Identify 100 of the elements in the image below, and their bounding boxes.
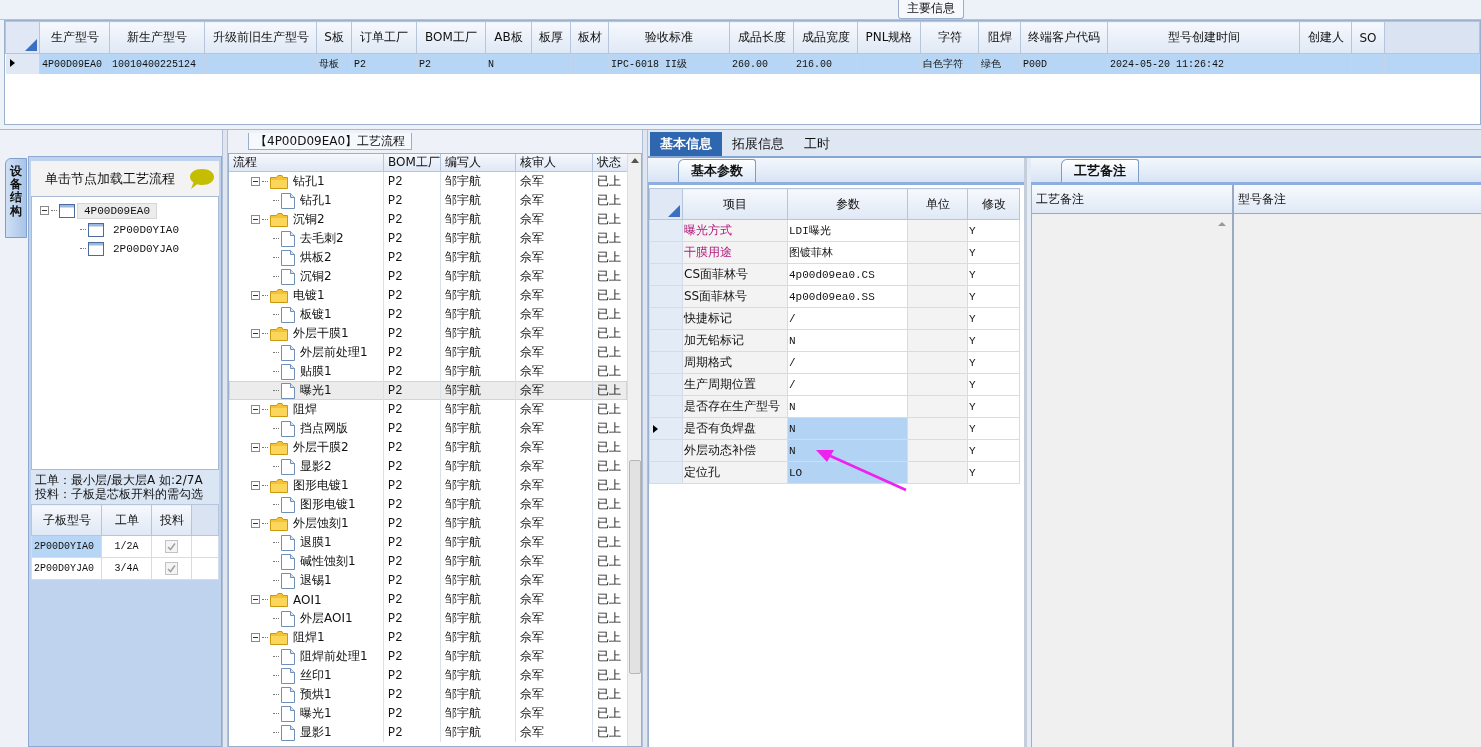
tree-node[interactable]: 板镀1 — [297, 306, 332, 323]
tree-node[interactable]: 退锡1 — [297, 572, 332, 589]
collapse-toggle-icon[interactable] — [251, 329, 260, 338]
tree-node[interactable]: 沉铜2 — [297, 268, 332, 285]
tree-node[interactable]: 曝光1 — [297, 382, 332, 399]
collapse-toggle-icon[interactable] — [251, 405, 260, 414]
column-header[interactable]: 流程 — [229, 154, 384, 171]
folder-icon — [270, 402, 288, 417]
table-cell: P2 — [388, 383, 403, 398]
side-tab[interactable]: 设备结构 — [5, 158, 27, 238]
document-icon — [281, 306, 295, 323]
tree-node[interactable]: 图形电镀1 — [297, 496, 356, 513]
tree-node[interactable]: 挡点网版 — [297, 420, 348, 437]
collapse-toggle-icon[interactable] — [251, 177, 260, 186]
tree-node[interactable]: 外层前处理1 — [297, 344, 368, 361]
collapse-toggle-icon[interactable] — [251, 443, 260, 452]
checkbox[interactable] — [165, 562, 178, 575]
column-header[interactable]: 订单工厂 — [351, 21, 417, 54]
column-header[interactable]: 板材 — [570, 21, 609, 54]
tree-node[interactable]: AOI1 — [290, 592, 322, 607]
tab[interactable]: 工时 — [794, 132, 840, 156]
column-header[interactable]: S板 — [316, 21, 352, 54]
collapse-toggle-icon[interactable] — [40, 206, 49, 215]
column-header[interactable]: 升级前旧生产型号 — [204, 21, 317, 54]
column-header[interactable]: 创建人 — [1299, 21, 1352, 54]
table-cell: 已上 — [597, 477, 621, 494]
collapse-toggle-icon[interactable] — [251, 595, 260, 604]
column-header[interactable]: 子板型号 — [31, 504, 102, 536]
tree-node[interactable]: 图形电镀1 — [290, 477, 349, 494]
table-cell: 1/2A — [101, 535, 152, 558]
column-header[interactable]: 项目 — [682, 188, 788, 220]
column-header[interactable]: 型号创建时间 — [1107, 21, 1300, 54]
table-cell: 邹宇航 — [445, 230, 481, 247]
table-cell: 已上 — [597, 648, 621, 665]
tree-node[interactable]: 外层干膜2 — [290, 439, 349, 456]
column-header[interactable]: 参数 — [787, 188, 908, 220]
tree-node[interactable]: 曝光1 — [297, 705, 332, 722]
table-cell: 佘军 — [520, 420, 544, 437]
tree-node[interactable]: 贴膜1 — [297, 363, 332, 380]
tree-node[interactable]: 阻焊1 — [290, 629, 325, 646]
checkbox[interactable] — [165, 540, 178, 553]
tree-node[interactable]: 显影2 — [297, 458, 332, 475]
panel-hint: 单击节点加载工艺流程 — [45, 169, 175, 188]
tree-node[interactable]: 阻焊 — [290, 401, 317, 418]
column-header[interactable]: 字符 — [920, 21, 979, 54]
column-header[interactable]: BOM工厂 — [416, 21, 486, 54]
tree-node[interactable]: 电镀1 — [290, 287, 325, 304]
column-header[interactable]: 板厚 — [531, 21, 571, 54]
tree-node[interactable]: 2P00D0YIA0 — [106, 221, 186, 238]
column-header[interactable]: PNL规格 — [857, 21, 921, 54]
column-header[interactable]: 生产型号 — [39, 21, 110, 54]
tree-node[interactable]: 外层干膜1 — [290, 325, 349, 342]
column-header[interactable]: 成品长度 — [729, 21, 794, 54]
tree-node[interactable]: 退膜1 — [297, 534, 332, 551]
table-cell: 佘军 — [520, 192, 544, 209]
tree-node[interactable]: 预烘1 — [297, 686, 332, 703]
tree-node[interactable]: 外层蚀刻1 — [290, 515, 349, 532]
column-header[interactable]: 编写人 — [441, 154, 516, 171]
column-header[interactable]: BOM工厂 — [384, 154, 441, 171]
column-header[interactable]: 单位 — [907, 188, 968, 220]
collapse-toggle-icon[interactable] — [251, 519, 260, 528]
tab[interactable]: 基本参数 — [678, 159, 756, 182]
tree-node[interactable]: 沉铜2 — [290, 211, 325, 228]
table-cell: 已上 — [597, 306, 621, 323]
tree-node[interactable]: 阻焊前处理1 — [297, 648, 368, 665]
column-header[interactable]: 核审人 — [516, 154, 593, 171]
tab[interactable]: 基本信息 — [650, 132, 722, 156]
tree-node[interactable]: 4P00D09EA0 — [77, 202, 157, 219]
column-header[interactable]: SO — [1351, 21, 1385, 54]
corner-icon — [668, 205, 680, 217]
tree-node[interactable]: 显影1 — [297, 724, 332, 741]
tree-node[interactable]: 钻孔1 — [297, 192, 332, 209]
table-cell: 佘军 — [520, 496, 544, 513]
column-header[interactable]: 终端客户代码 — [1020, 21, 1108, 54]
column-header[interactable]: 工单 — [101, 504, 152, 536]
column-header[interactable]: 投料 — [151, 504, 192, 536]
tree-node[interactable]: 外层AOI1 — [297, 610, 353, 627]
column-header[interactable]: 阻焊 — [978, 21, 1021, 54]
collapse-toggle-icon[interactable] — [251, 481, 260, 490]
document-icon — [281, 230, 295, 247]
column-header[interactable]: 验收标准 — [608, 21, 730, 54]
table-cell: 已上 — [597, 211, 621, 228]
tree-node[interactable]: 烘板2 — [297, 249, 332, 266]
column-header[interactable]: AB板 — [485, 21, 532, 54]
tree-node[interactable]: 去毛刺2 — [297, 230, 344, 247]
tab[interactable]: 拓展信息 — [722, 132, 794, 156]
tree-node[interactable]: 碱性蚀刻1 — [297, 553, 356, 570]
tree-node[interactable]: 丝印1 — [297, 667, 332, 684]
column-header[interactable]: 新生产型号 — [109, 21, 205, 54]
tree-node[interactable]: 钻孔1 — [290, 173, 325, 190]
tree-node[interactable]: 2P00D0YJA0 — [106, 240, 186, 257]
document-icon — [281, 572, 295, 589]
table-cell: 邹宇航 — [445, 591, 481, 608]
column-header[interactable]: 修改 — [967, 188, 1020, 220]
collapse-toggle-icon[interactable] — [251, 291, 260, 300]
collapse-toggle-icon[interactable] — [251, 215, 260, 224]
tab[interactable]: 工艺备注 — [1061, 159, 1139, 182]
collapse-toggle-icon[interactable] — [251, 633, 260, 642]
scrollbar[interactable] — [627, 154, 641, 746]
column-header[interactable]: 成品宽度 — [793, 21, 858, 54]
